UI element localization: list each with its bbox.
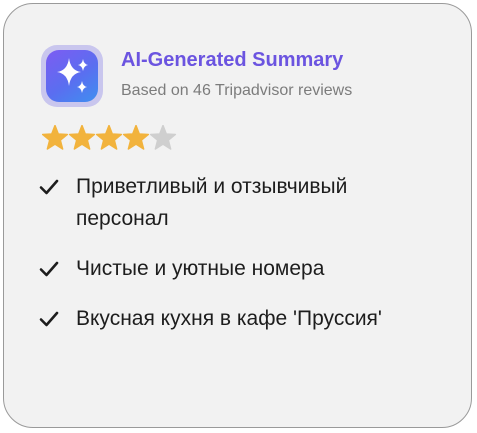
summary-point: Приветливый и отзывчивый персонал (39, 171, 439, 235)
star-filled-icon (68, 124, 96, 150)
checkmark-icon (39, 179, 59, 195)
summary-point-text: Приветливый и отзывчивый персонал (76, 175, 348, 230)
summary-point-text: Чистые и уютные номера (76, 257, 325, 280)
star-filled-icon (122, 124, 150, 150)
star-empty-icon (149, 124, 177, 150)
summary-point: Чистые и уютные номера (39, 253, 439, 285)
ai-summary-app-icon (41, 45, 103, 107)
summary-title: AI-Generated Summary (121, 49, 344, 71)
summary-points-list: Приветливый и отзывчивый персонал Чистые … (39, 171, 439, 353)
summary-point-text: Вкусная кухня в кафе 'Пруссия' (76, 307, 382, 330)
summary-point: Вкусная кухня в кафе 'Пруссия' (39, 303, 439, 335)
checkmark-icon (39, 311, 59, 327)
sparkles-icon (46, 50, 98, 102)
summary-subtitle: Based on 46 Tripadvisor reviews (121, 82, 353, 99)
ai-summary-card: AI-Generated Summary Based on 46 Tripadv… (3, 3, 472, 428)
star-filled-icon (41, 124, 69, 150)
checkmark-icon (39, 261, 59, 277)
star-rating (41, 124, 182, 151)
star-filled-icon (95, 124, 123, 150)
